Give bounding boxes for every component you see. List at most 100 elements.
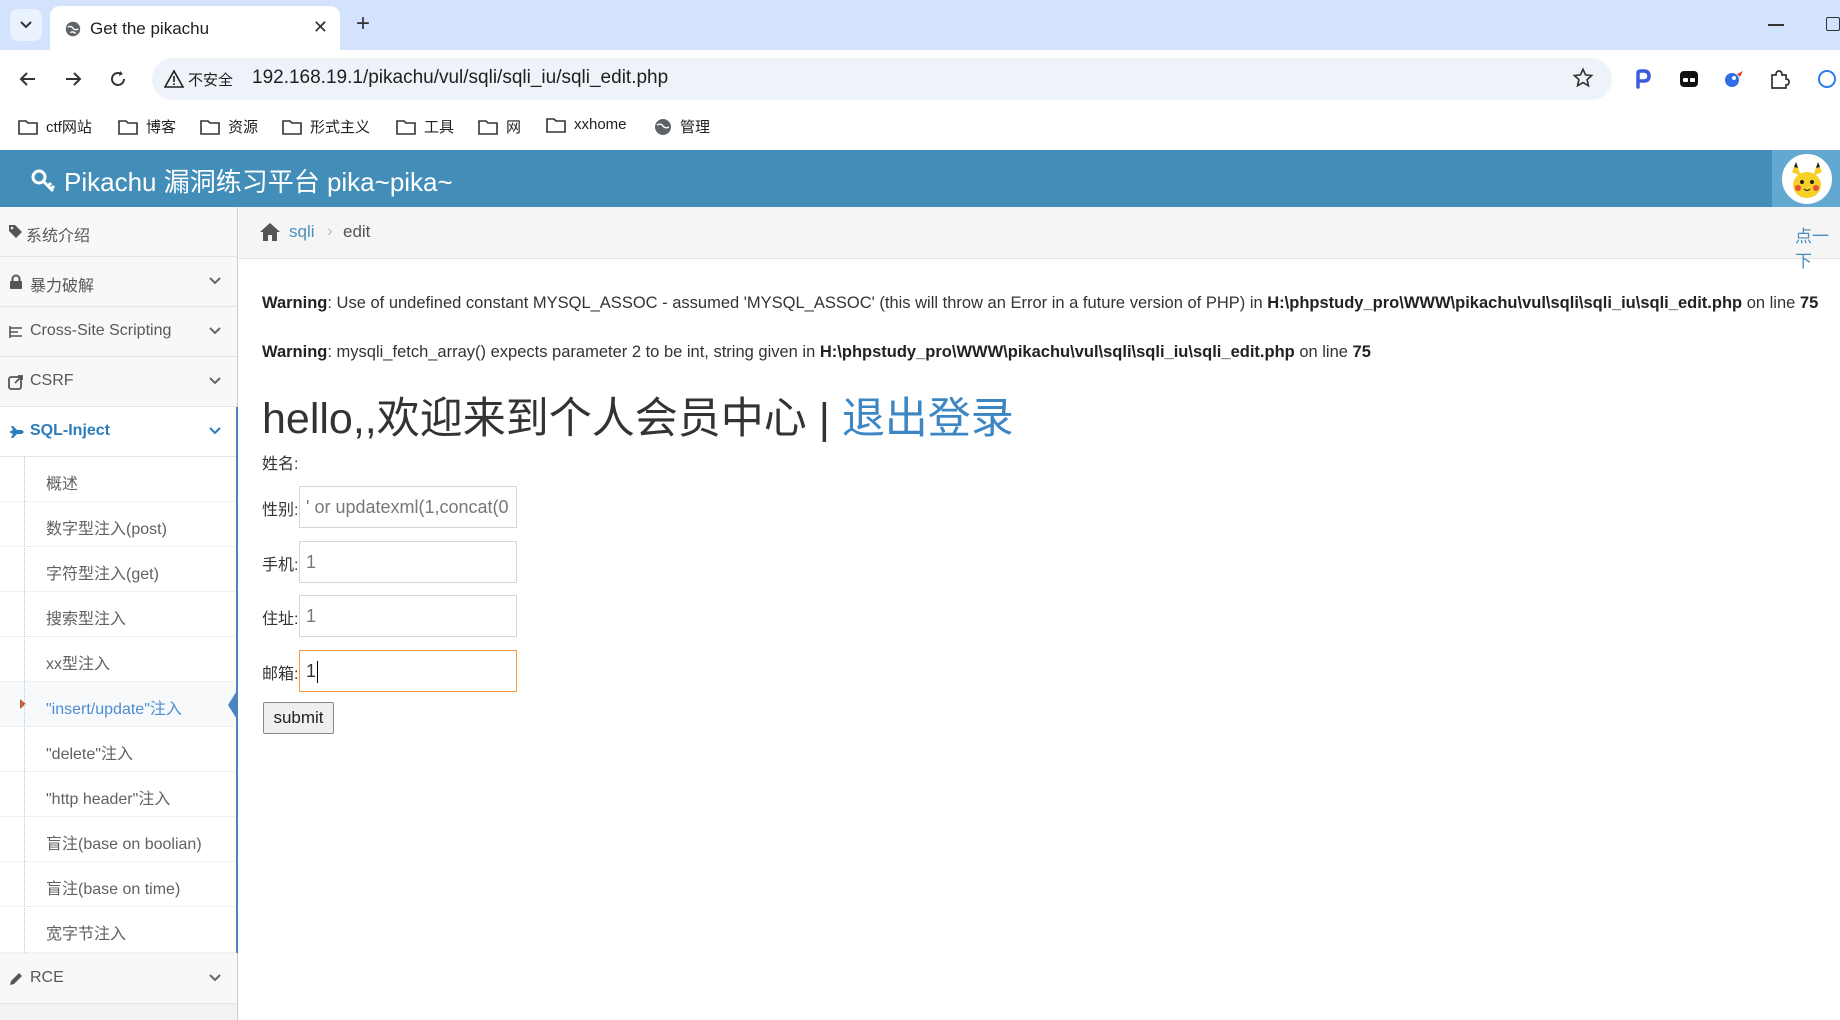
bookmark-tools[interactable]: 工具 (396, 116, 454, 137)
submenu-item[interactable]: 数字型注入(post) (0, 502, 237, 547)
chevron-down-icon (209, 277, 221, 285)
sidebar-item-label: 系统介绍 (26, 228, 91, 245)
security-label[interactable]: 不安全 (188, 69, 233, 90)
sidebar-item-label: RCE (30, 969, 64, 986)
submenu-item[interactable]: xx型注入 (0, 637, 237, 682)
user-menu[interactable] (1772, 150, 1840, 207)
submenu-item-active[interactable]: "insert/update"注入 (0, 682, 238, 727)
pencil-icon (10, 973, 22, 985)
star-icon[interactable] (1572, 67, 1594, 89)
submenu-item[interactable]: 搜索型注入 (0, 592, 237, 637)
sidebar-item-csrf[interactable]: CSRF (0, 357, 237, 407)
minimize-icon[interactable] (1768, 24, 1784, 26)
folder-icon (478, 119, 498, 135)
folder-icon (118, 119, 138, 135)
reload-icon (111, 71, 125, 86)
text-cursor (317, 661, 319, 684)
php-warning: Warning: mysqli_fetch_array() expects pa… (262, 343, 1371, 362)
sidebar-item-rce[interactable]: RCE (0, 954, 237, 1004)
sex-field[interactable]: ' or updatexml(1,concat(0 (299, 486, 517, 528)
maximize-icon[interactable] (1826, 17, 1840, 31)
submenu-item-label: "http header"注入 (46, 791, 171, 808)
new-tab-button[interactable]: + (356, 10, 370, 38)
bookmark-formalism[interactable]: 形式主义 (282, 116, 370, 137)
bookmarks-bar: ctf网站 博客 资源 形式主义 工具 网 xxhome 管理 (0, 108, 1840, 150)
chevron-down-icon (20, 21, 32, 29)
extension-bird-icon[interactable] (1720, 66, 1746, 92)
list-icon (9, 326, 22, 338)
submenu-item[interactable]: 盲注(base on time) (0, 862, 237, 907)
bookmark-blog[interactable]: 博客 (118, 116, 176, 137)
submenu-item-label: 概述 (46, 476, 79, 493)
sidebar-item-bruteforce[interactable]: 暴力破解 (0, 257, 237, 307)
logout-link[interactable]: 退出登录 (842, 395, 1014, 443)
tips-link[interactable]: 点一下 (1795, 222, 1840, 272)
breadcrumb: sqli › edit 点一下 (239, 207, 1840, 271)
submenu-item-label: 盲注(base on boolian) (46, 836, 202, 853)
globe-icon (655, 118, 671, 135)
bookmark-net[interactable]: 网 (478, 116, 521, 137)
bookmark-ctf[interactable]: ctf网站 (18, 116, 92, 137)
warning-label: Warning (262, 294, 328, 312)
page-title: hello,,欢迎来到个人会员中心 | 退出登录 (262, 384, 1014, 446)
sidebar-item-sqli[interactable]: SQL-Inject (0, 407, 237, 457)
bookmark-label: 形式主义 (310, 119, 371, 136)
pikachu-avatar-icon (1792, 162, 1822, 198)
tags-icon (9, 225, 22, 238)
submit-button[interactable]: submit (263, 702, 334, 734)
submenu-item[interactable]: "http header"注入 (0, 772, 237, 817)
breadcrumb-link[interactable]: sqli (289, 222, 315, 242)
browser-tab[interactable]: Get the pikachu ✕ (50, 6, 340, 50)
browser-toolbar: 不安全 192.168.19.1/pikachu/vul/sqli/sqli_i… (0, 50, 1840, 108)
bookmark-label: 工具 (424, 119, 455, 136)
folder-icon (546, 117, 566, 133)
submenu-item[interactable]: 概述 (0, 457, 237, 502)
bookmark-label: 管理 (680, 119, 711, 136)
submenu-item[interactable]: 字符型注入(get) (0, 547, 237, 592)
close-icon[interactable]: ✕ (313, 17, 328, 38)
puzzle-icon[interactable] (1766, 66, 1792, 92)
warning-line: 75 (1352, 343, 1371, 361)
chevron-down-icon (209, 974, 221, 982)
extension-mask-icon[interactable] (1676, 66, 1702, 92)
bookmark-label: 博客 (146, 119, 177, 136)
sex-label: 性别: (262, 502, 299, 519)
address-bar[interactable]: 不安全 192.168.19.1/pikachu/vul/sqli/sqli_i… (152, 58, 1612, 100)
warning-icon[interactable] (164, 69, 184, 89)
reload-button[interactable] (101, 62, 135, 96)
sidebar-item-intro[interactable]: 系统介绍 (0, 207, 237, 257)
submenu-item[interactable]: 宽字节注入 (0, 907, 237, 953)
submenu-item-label: 搜索型注入 (46, 611, 127, 628)
warning-file: H:\phpstudy_pro\WWW\pikachu\vul\sqli\sql… (819, 343, 1295, 361)
folder-icon (396, 119, 416, 135)
bookmark-xxhome[interactable]: xxhome (546, 116, 627, 133)
back-button[interactable] (11, 62, 45, 96)
folder-icon (200, 119, 220, 135)
submenu-item-label: "insert/update"注入 (46, 701, 182, 718)
bookmark-label: 资源 (228, 119, 259, 136)
sidebar-item-label: 暴力破解 (30, 278, 95, 295)
home-icon[interactable] (259, 222, 281, 242)
extension-p-icon[interactable] (1630, 66, 1656, 92)
warning-line: 75 (1799, 294, 1819, 312)
sidebar-item-xss[interactable]: Cross-Site Scripting (0, 307, 237, 357)
tab-search-button[interactable] (10, 9, 42, 41)
phone-field[interactable]: 1 (299, 541, 517, 583)
url-text[interactable]: 192.168.19.1/pikachu/vul/sqli/sqli_iu/sq… (252, 67, 668, 89)
submenu-item-label: 字符型注入(get) (46, 566, 159, 583)
email-field[interactable]: 1 (299, 650, 517, 692)
forward-button[interactable] (56, 62, 90, 96)
globe-icon (65, 21, 81, 37)
bookmark-manage[interactable]: 管理 (654, 116, 710, 137)
breadcrumb-separator: › (327, 221, 333, 240)
folder-icon (18, 119, 38, 135)
bookmark-resources[interactable]: 资源 (200, 116, 258, 137)
site-title-link[interactable]: Pikachu 漏洞练习平台 pika~pika~ (30, 162, 453, 199)
submenu-item-label: 宽字节注入 (46, 926, 127, 943)
profile-icon[interactable] (1814, 66, 1840, 92)
submenu-item[interactable]: 盲注(base on boolian) (0, 817, 237, 862)
submenu-item[interactable]: "delete"注入 (0, 727, 237, 772)
avatar[interactable] (1782, 154, 1832, 204)
address-field[interactable]: 1 (299, 595, 517, 637)
lock-icon (10, 274, 22, 289)
